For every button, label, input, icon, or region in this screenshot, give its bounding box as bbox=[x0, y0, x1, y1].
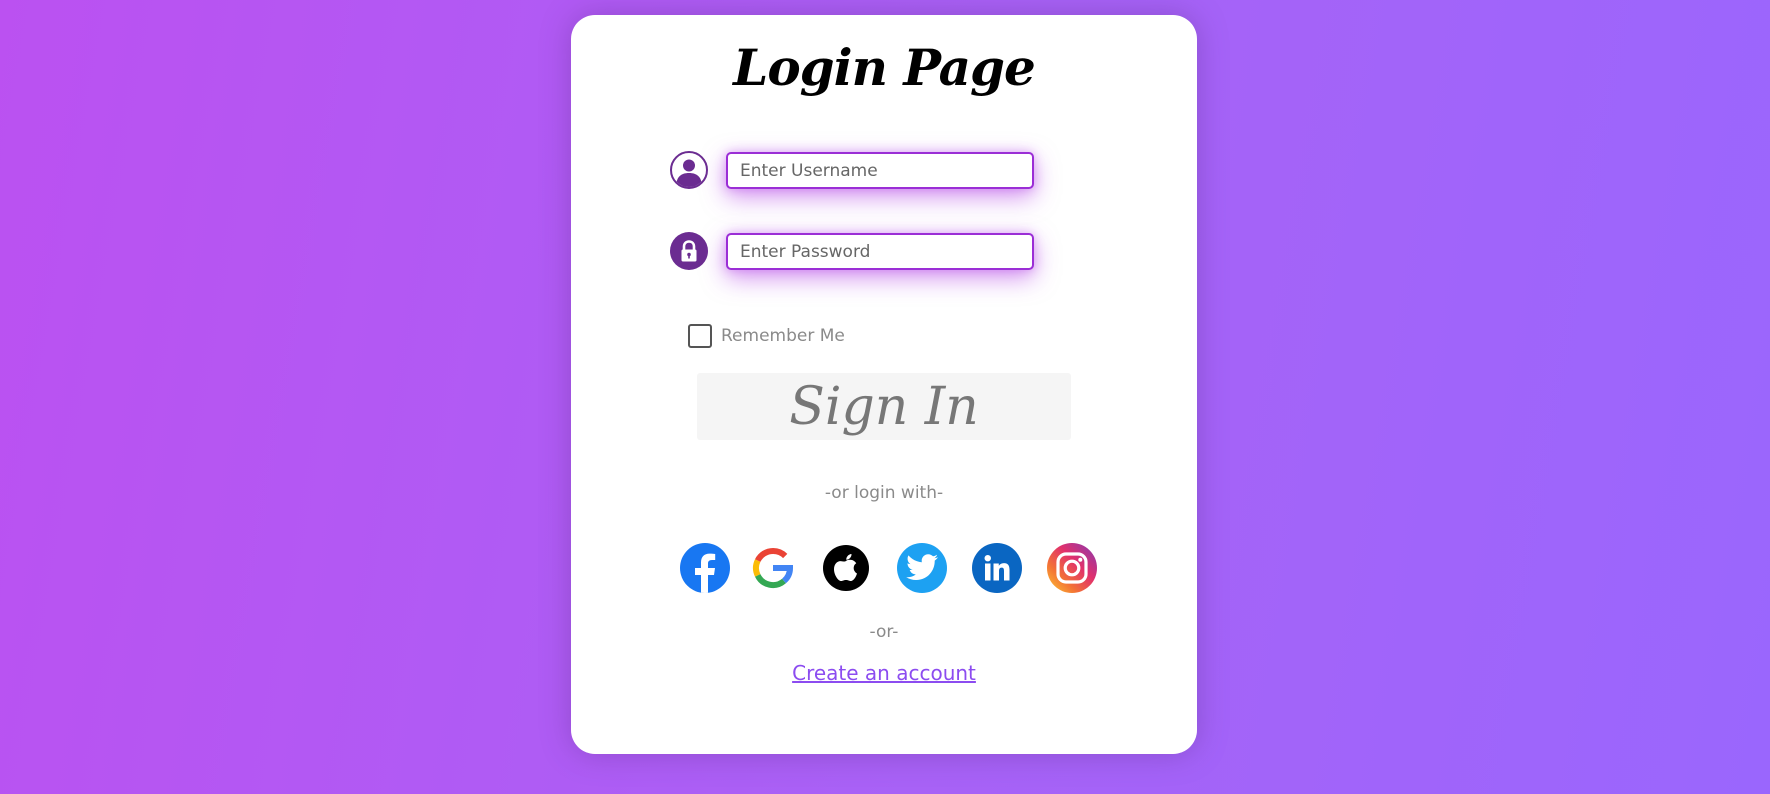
social-login-row bbox=[571, 543, 1197, 597]
remember-me-checkbox[interactable] bbox=[688, 324, 712, 348]
login-card: Login Page Remember Me Sign In -or login… bbox=[571, 15, 1197, 754]
create-account-link[interactable]: Create an account bbox=[571, 661, 1197, 685]
remember-me: Remember Me bbox=[688, 324, 845, 348]
or-divider-text: -or- bbox=[869, 622, 899, 642]
lock-icon bbox=[670, 232, 708, 270]
or-login-with-text: -or login with- bbox=[824, 483, 944, 503]
sign-in-button[interactable]: Sign In bbox=[697, 373, 1071, 440]
facebook-icon[interactable] bbox=[680, 543, 730, 593]
user-icon bbox=[670, 151, 708, 189]
instagram-icon[interactable] bbox=[1047, 543, 1097, 593]
linkedin-icon[interactable] bbox=[972, 543, 1022, 593]
remember-me-label[interactable]: Remember Me bbox=[721, 326, 845, 346]
google-icon[interactable] bbox=[748, 543, 798, 593]
page-title: Login Page bbox=[733, 38, 1036, 97]
twitter-icon[interactable] bbox=[897, 543, 947, 593]
apple-icon[interactable] bbox=[823, 545, 869, 591]
username-input[interactable] bbox=[726, 152, 1034, 189]
password-input[interactable] bbox=[726, 233, 1034, 270]
